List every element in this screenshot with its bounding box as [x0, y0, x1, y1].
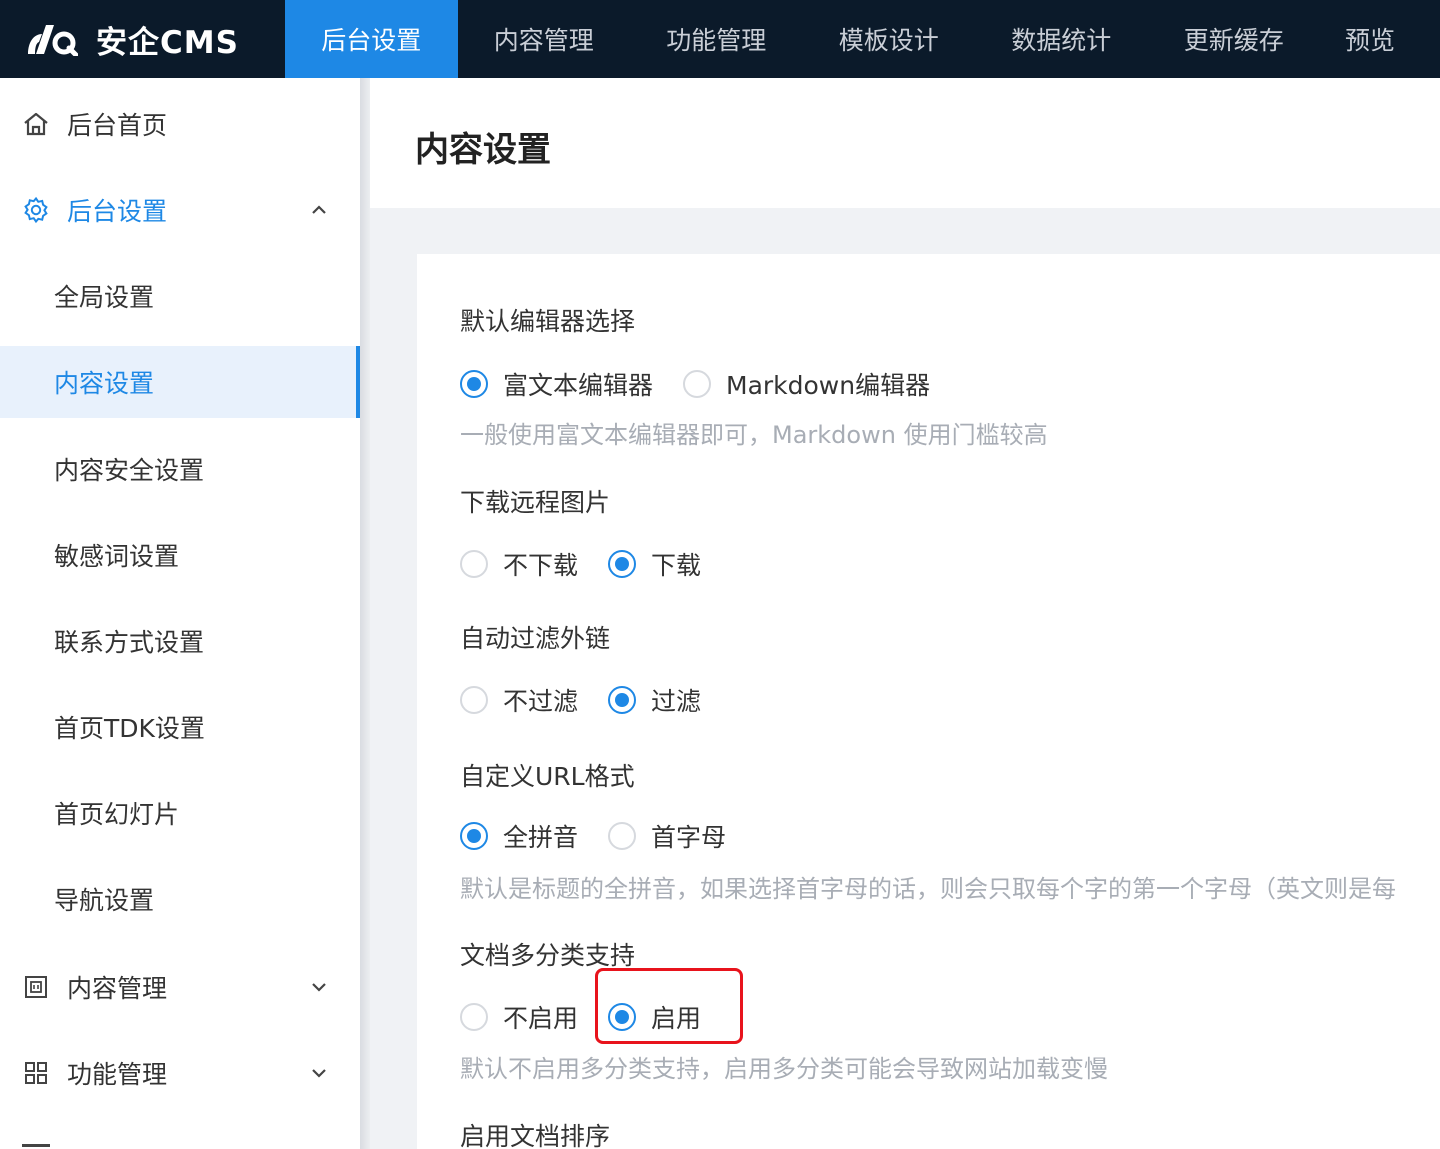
sidebar-item-label: 后台设置 — [67, 197, 168, 226]
radio-control[interactable] — [683, 370, 711, 398]
chevron-up-icon — [312, 205, 326, 214]
sidebar-divider — [360, 78, 370, 1149]
tab-label: 模板设计 — [838, 26, 939, 55]
tab-label: 预览 — [1344, 26, 1395, 55]
radio-label: 不过滤 — [503, 687, 579, 716]
tab-label: 数据统计 — [1011, 26, 1112, 55]
tab-preview[interactable]: 预览 — [1320, 0, 1420, 78]
tab-content-management[interactable]: 内容管理 — [458, 0, 631, 78]
sidebar-item-content-security[interactable]: 内容安全设置 — [0, 433, 360, 505]
tab-label: 内容管理 — [493, 26, 594, 55]
sidebar-item-label: 首页幻灯片 — [54, 800, 180, 829]
radio-markdown-editor[interactable]: Markdown编辑器 — [683, 366, 930, 402]
sidebar-item-content-settings[interactable]: 内容设置 — [0, 346, 360, 418]
radio-download[interactable]: 下载 — [608, 546, 701, 582]
radio-control[interactable] — [608, 822, 636, 850]
radio-disable-multi-category[interactable]: 不启用 — [460, 999, 578, 1035]
sidebar-item-global-settings[interactable]: 全局设置 — [0, 260, 360, 332]
tab-template-design[interactable]: 模板设计 — [803, 0, 976, 78]
multi-category-hint: 默认不启用多分类支持，启用多分类可能会导致网站加载变慢 — [460, 1055, 1108, 1083]
highlight-annotation — [595, 968, 743, 1044]
sidebar-item-content-management[interactable]: 内容管理 — [0, 951, 360, 1023]
radio-no-download[interactable]: 不下载 — [460, 546, 578, 582]
top-navigation-bar: 安企CMS 后台设置 内容管理 功能管理 模板设计 数据统计 更新缓存 预览 — [0, 0, 1440, 78]
radio-filter[interactable]: 过滤 — [608, 682, 701, 718]
sidebar-item-label: 敏感词设置 — [54, 542, 180, 571]
chevron-down-icon — [312, 1069, 326, 1078]
radio-control[interactable] — [460, 686, 488, 714]
tab-statistics[interactable]: 数据统计 — [975, 0, 1148, 78]
page-title: 内容设置 — [415, 130, 551, 170]
remote-images-label: 下载远程图片 — [460, 488, 611, 517]
tab-admin-settings[interactable]: 后台设置 — [285, 0, 458, 78]
sidebar-item-sensitive-words[interactable]: 敏感词设置 — [0, 519, 360, 591]
page-header: 内容设置 — [370, 78, 1440, 208]
radio-label: 全拼音 — [503, 823, 579, 852]
tab-label: 后台设置 — [321, 26, 422, 55]
radio-control[interactable] — [460, 550, 488, 578]
home-icon — [24, 112, 48, 136]
sidebar-item-label: 内容安全设置 — [54, 456, 205, 485]
sidebar-item-home-slides[interactable]: 首页幻灯片 — [0, 777, 360, 849]
sidebar-item-label: 全局设置 — [54, 283, 155, 312]
brand-name: 安企CMS — [96, 24, 239, 61]
radio-control[interactable] — [460, 370, 488, 398]
radio-control[interactable] — [608, 550, 636, 578]
url-format-label: 自定义URL格式 — [460, 762, 635, 791]
editor-hint: 一般使用富文本编辑器即可，Markdown 使用门槛较高 — [460, 421, 1048, 449]
sidebar-item-label: 联系方式设置 — [54, 628, 205, 657]
radio-rich-text-editor[interactable]: 富文本编辑器 — [460, 366, 653, 402]
multi-category-label: 文档多分类支持 — [460, 941, 636, 970]
logo-icon — [28, 25, 78, 56]
sidebar-item-label: 内容设置 — [54, 369, 155, 398]
radio-label: 富文本编辑器 — [503, 371, 654, 400]
radio-control[interactable] — [460, 822, 488, 850]
sidebar-item-feature-management[interactable]: 功能管理 — [0, 1037, 360, 1109]
gear-icon — [24, 196, 48, 224]
brand[interactable]: 安企CMS — [0, 0, 285, 78]
editor-label: 默认编辑器选择 — [460, 307, 636, 336]
radio-initials[interactable]: 首字母 — [608, 818, 726, 854]
sidebar-item-label: 内容管理 — [67, 974, 168, 1003]
sidebar-item-label: 功能管理 — [67, 1060, 168, 1089]
settings-form: 默认编辑器选择 富文本编辑器 Markdown编辑器 一般使用富文本编辑器即可，… — [417, 254, 1440, 1149]
url-format-hint: 默认是标题的全拼音，如果选择首字母的话，则会只取每个字的第一个字母（英文则是每 — [460, 875, 1396, 903]
doc-sort-label: 启用文档排序 — [460, 1122, 611, 1149]
sidebar-item-dashboard[interactable]: 后台首页 — [0, 88, 360, 160]
apps-grid-icon — [25, 1062, 47, 1084]
partial-menu-icon — [22, 1144, 50, 1147]
sidebar-item-navigation[interactable]: 导航设置 — [0, 863, 360, 935]
tab-feature-management[interactable]: 功能管理 — [630, 0, 803, 78]
radio-label: 下载 — [651, 551, 702, 580]
radio-label: 不下载 — [503, 551, 579, 580]
radio-label: Markdown编辑器 — [726, 371, 931, 400]
chevron-down-icon — [312, 983, 326, 992]
radio-full-pinyin[interactable]: 全拼音 — [460, 818, 578, 854]
sidebar-item-label: 后台首页 — [67, 111, 168, 140]
radio-label: 过滤 — [651, 687, 702, 716]
radio-no-filter[interactable]: 不过滤 — [460, 682, 578, 718]
tab-label: 更新缓存 — [1183, 26, 1284, 55]
sidebar-item-label: 首页TDK设置 — [54, 714, 205, 743]
sidebar-item-contact-settings[interactable]: 联系方式设置 — [0, 605, 360, 677]
tab-label: 功能管理 — [666, 26, 767, 55]
document-icon — [25, 976, 47, 998]
sidebar-item-admin-settings[interactable]: 后台设置 — [0, 174, 360, 246]
radio-label: 首字母 — [651, 823, 727, 852]
radio-control[interactable] — [460, 1003, 488, 1031]
filter-links-label: 自动过滤外链 — [460, 624, 611, 653]
sidebar: 后台首页 后台设置 全局设置 内容设置 内容安全设置 敏感词设置 联系方式设置 … — [0, 78, 360, 1149]
sidebar-item-home-tdk[interactable]: 首页TDK设置 — [0, 691, 360, 763]
sidebar-item-label: 导航设置 — [54, 886, 155, 915]
tab-refresh-cache[interactable]: 更新缓存 — [1148, 0, 1321, 78]
radio-label: 不启用 — [503, 1004, 579, 1033]
radio-control[interactable] — [608, 686, 636, 714]
